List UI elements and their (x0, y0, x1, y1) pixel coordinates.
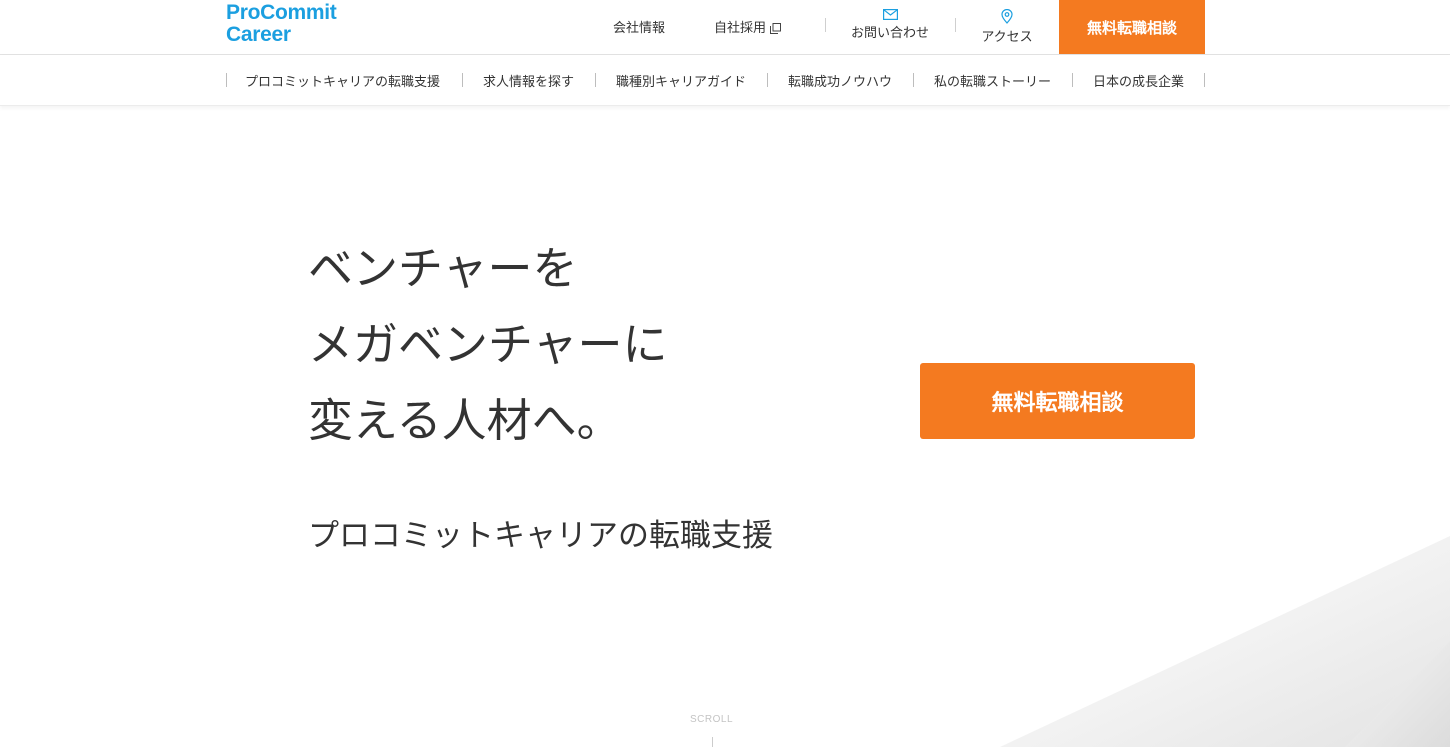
access-link[interactable]: アクセス (978, 9, 1036, 45)
company-info-link[interactable]: 会社情報 (613, 17, 665, 36)
nav-item-job-search[interactable]: 求人情報を探す (483, 71, 574, 90)
hero-subtitle: プロコミットキャリアの転職支援 (308, 518, 773, 554)
nav-divider (595, 73, 596, 87)
category-nav: プロコミットキャリアの転職支援 求人情報を探す 職種別キャリアガイド 転職成功ノ… (0, 55, 1450, 106)
map-pin-icon (978, 9, 1036, 24)
nav-item-stories[interactable]: 私の転職ストーリー (934, 71, 1051, 90)
procommit-career-logo[interactable]: ProCommit Career (226, 1, 337, 46)
header-divider (825, 18, 826, 32)
free-consultation-hero-button[interactable]: 無料転職相談 (920, 363, 1195, 439)
access-link-label: アクセス (981, 30, 1033, 45)
external-link-icon (770, 23, 782, 38)
nav-divider (913, 73, 914, 87)
hero-headline-line-2: メガベンチャーに (308, 318, 668, 371)
scroll-indicator-line (712, 737, 713, 747)
logo-line-1: ProCommit (226, 1, 337, 24)
nav-divider (462, 73, 463, 87)
free-consultation-header-button[interactable]: 無料転職相談 (1059, 0, 1205, 54)
hero-headline-line-3: 変える人材へ。 (308, 394, 622, 447)
nav-divider (226, 73, 227, 87)
header-divider (955, 18, 956, 32)
mail-icon (851, 9, 929, 20)
hero-decoration (1000, 536, 1450, 747)
recruit-link[interactable]: 自社採用 (714, 17, 782, 38)
site-header: ProCommit Career 会社情報 自社採用 お問い合わせ アクセス 無… (0, 0, 1450, 55)
nav-item-career-guide[interactable]: 職種別キャリアガイド (616, 71, 746, 90)
contact-link-label: お問い合わせ (851, 26, 930, 41)
hero-headline-line-1: ベンチャーを (308, 242, 578, 295)
nav-item-support[interactable]: プロコミットキャリアの転職支援 (245, 71, 440, 90)
scroll-indicator-label: SCROLL (690, 714, 734, 725)
nav-divider (1204, 73, 1205, 87)
nav-item-growth-companies[interactable]: 日本の成長企業 (1093, 71, 1184, 90)
hero-background (0, 106, 1450, 747)
nav-divider (1072, 73, 1073, 87)
nav-divider (767, 73, 768, 87)
recruit-link-label: 自社採用 (714, 21, 767, 36)
logo-line-2: Career (226, 23, 291, 46)
contact-link[interactable]: お問い合わせ (851, 9, 929, 41)
nav-item-know-how[interactable]: 転職成功ノウハウ (788, 71, 892, 90)
